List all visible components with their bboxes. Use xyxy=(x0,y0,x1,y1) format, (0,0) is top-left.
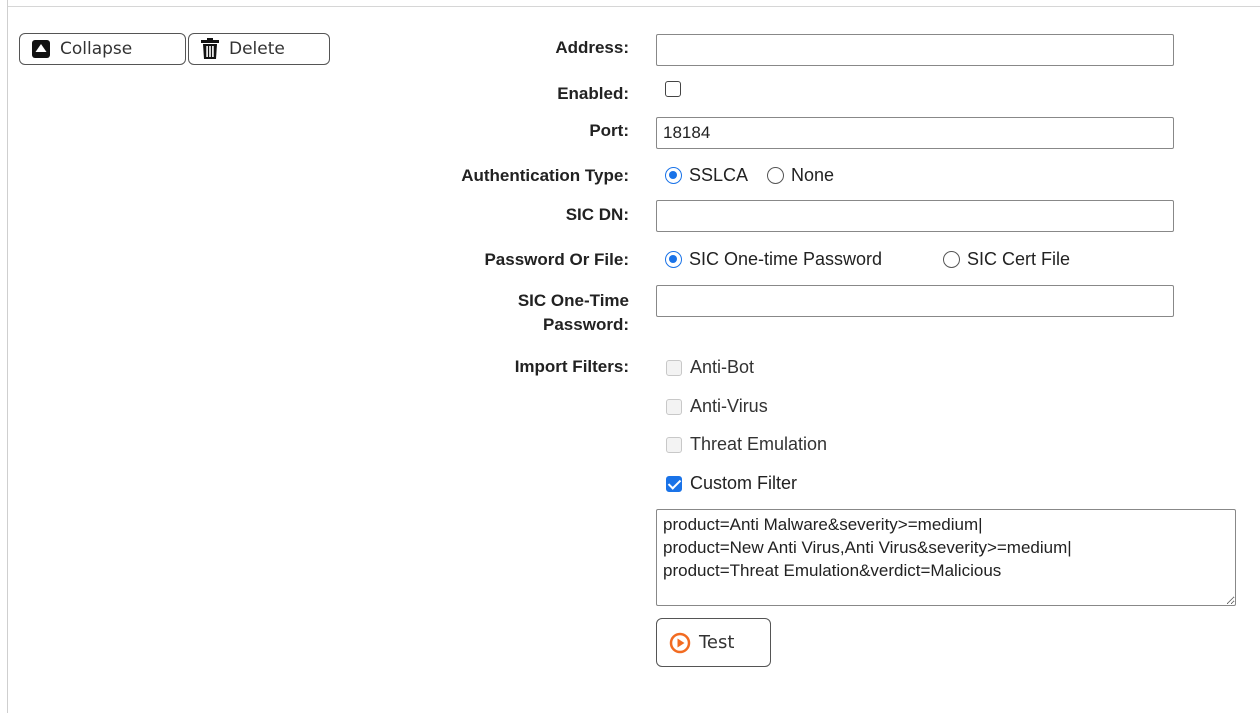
test-button[interactable]: Test xyxy=(656,618,771,667)
trash-icon xyxy=(199,38,221,60)
sic-otp-label-line1: SIC One-Time xyxy=(517,291,629,310)
auth-sslca-radio[interactable] xyxy=(665,167,682,184)
password-or-file-label: Password Or File: xyxy=(484,250,629,269)
sic-otp-option-label: SIC One-time Password xyxy=(689,249,883,269)
auth-type-label: Authentication Type: xyxy=(461,166,629,185)
test-button-label: Test xyxy=(699,632,735,653)
form-panel xyxy=(7,0,1260,713)
auth-sslca-label: SSLCA xyxy=(689,165,749,185)
sic-dn-label: SIC DN: xyxy=(565,205,629,224)
anti-bot-checkbox[interactable] xyxy=(666,360,682,376)
enabled-label: Enabled: xyxy=(557,84,629,103)
anti-virus-label: Anti-Virus xyxy=(690,396,768,416)
address-input[interactable] xyxy=(656,34,1174,66)
sic-otp-label: SIC One-Time Password: xyxy=(518,289,629,337)
sic-otp-input[interactable] xyxy=(656,285,1174,317)
port-label: Port: xyxy=(589,121,629,140)
sic-otp-label-line2: Password: xyxy=(543,315,629,334)
enabled-checkbox[interactable] xyxy=(665,81,681,97)
address-label: Address: xyxy=(555,38,629,57)
sic-cert-file-radio[interactable] xyxy=(943,251,960,268)
collapse-button[interactable]: Collapse xyxy=(19,33,186,65)
anti-bot-label: Anti-Bot xyxy=(690,357,755,377)
threat-emulation-label: Threat Emulation xyxy=(690,434,828,454)
custom-filter-textarea[interactable]: product=Anti Malware&severity>=medium| p… xyxy=(656,509,1236,606)
collapse-up-icon xyxy=(30,38,52,60)
sic-otp-radio[interactable] xyxy=(665,251,682,268)
sic-dn-input[interactable] xyxy=(656,200,1174,232)
anti-virus-checkbox[interactable] xyxy=(666,399,682,415)
import-filters-label: Import Filters: xyxy=(514,357,629,376)
threat-emulation-checkbox[interactable] xyxy=(666,437,682,453)
custom-filter-checkbox[interactable] xyxy=(666,476,682,492)
auth-none-label: None xyxy=(791,165,835,185)
delete-button[interactable]: Delete xyxy=(188,33,330,65)
top-divider xyxy=(8,0,1260,7)
port-input[interactable] xyxy=(656,117,1174,149)
auth-none-radio[interactable] xyxy=(767,167,784,184)
custom-filter-label: Custom Filter xyxy=(690,473,798,493)
delete-button-label: Delete xyxy=(229,39,285,59)
play-circle-icon xyxy=(669,632,691,654)
sic-cert-file-label: SIC Cert File xyxy=(967,249,1071,269)
collapse-button-label: Collapse xyxy=(60,39,133,59)
